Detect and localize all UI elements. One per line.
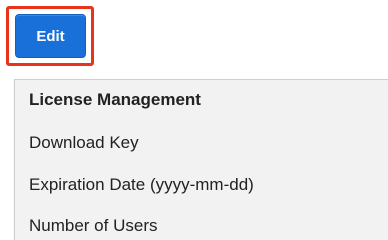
license-dropdown-menu: License Management Download Key Expirati…: [14, 79, 388, 240]
menu-header-license-management: License Management: [29, 90, 201, 109]
menu-item-number-of-users[interactable]: Number of Users: [29, 216, 157, 236]
menu-item-expiration-date[interactable]: Expiration Date (yyyy-mm-dd): [29, 175, 254, 195]
edit-button[interactable]: Edit: [15, 14, 86, 58]
screenshot-stage: Edit License Management Download Key Exp…: [0, 0, 388, 240]
menu-item-download-key[interactable]: Download Key: [29, 133, 139, 153]
edit-button-label: Edit: [36, 27, 65, 45]
